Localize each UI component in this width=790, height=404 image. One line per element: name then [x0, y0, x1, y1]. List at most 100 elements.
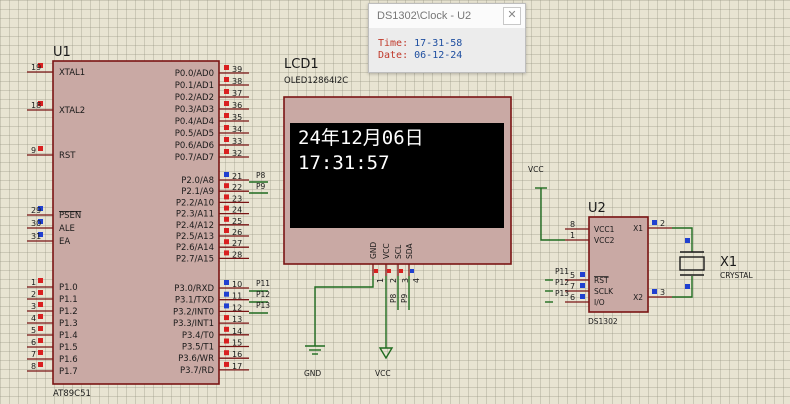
lcd-pin-name: SCL: [394, 244, 403, 259]
rtc-part: DS1302: [588, 317, 618, 326]
clock-popup-titlebar[interactable]: DS1302\Clock - U2 ✕: [369, 4, 525, 28]
mcu-pin-name: P0.3/AD3: [175, 105, 214, 115]
pin-state-marker: [580, 294, 585, 299]
rtc-pin-number: 8: [570, 220, 575, 229]
mcu-pin-name: ALE: [59, 224, 75, 234]
net-label-p11-rtc: P11: [555, 267, 569, 276]
net-label-p12-mcu: P12: [256, 290, 270, 299]
mcu-pin-name: P1.7: [59, 367, 78, 377]
mcu-pin-number: 16: [232, 350, 242, 359]
pin-state-marker: [224, 194, 229, 200]
lcd-pin-label-group: VCC: [382, 243, 391, 259]
mcu-pin-number: 13: [232, 315, 242, 324]
mcu-pin-name: P2.1/A9: [181, 187, 214, 197]
clock-popup-window[interactable]: DS1302\Clock - U2 ✕ Time: 17-31-58 Date:…: [368, 3, 526, 73]
pin-state-marker: [224, 350, 229, 356]
lcd-pin-number: 4: [412, 278, 421, 283]
mcu-pin-name: P0.5/AD5: [175, 129, 214, 139]
mcu-pin-number: 18: [31, 101, 41, 110]
pin-state-marker: [580, 283, 585, 288]
mcu-pin-name: P1.1: [59, 295, 78, 305]
pin-state-marker: [224, 216, 229, 222]
net-label-p13-rtc: P13: [555, 289, 569, 298]
mcu-pin-name: P2.0/A8: [181, 176, 214, 186]
clock-date-label: Date:: [378, 50, 409, 61]
gnd-label: GND: [304, 369, 321, 378]
mcu-pin-number: 34: [232, 125, 242, 134]
mcu-pin-name: P2.4/A12: [176, 221, 214, 231]
pin-state-marker: [224, 239, 229, 245]
pin-state-marker: [38, 290, 43, 295]
net-label-p8-lcd: P8: [389, 293, 398, 303]
mcu-pin-number: 39: [232, 65, 242, 74]
lcd-pin-number-group: 2: [389, 278, 398, 283]
crystal-body: [679, 256, 705, 271]
mcu-pin-name: P3.1/TXD: [175, 296, 215, 306]
pin-state-marker: [224, 125, 229, 130]
pin-state-marker: [224, 137, 229, 142]
rtc-pin-name: SCLK: [594, 287, 614, 296]
mcu-pin-name: P1.2: [59, 307, 78, 317]
mcu-pin-name: P1.0: [59, 283, 78, 293]
net-label-p8-mcu: P8: [256, 171, 266, 180]
mcu-pin-number: 25: [232, 217, 242, 226]
mcu-pin-number: 15: [232, 339, 242, 348]
clock-popup-title: DS1302\Clock - U2: [377, 10, 472, 22]
pin-state-marker: [224, 205, 229, 211]
pin-state-marker: [224, 315, 229, 321]
pin-state-marker: [224, 303, 229, 309]
mcu-pin-name: P1.3: [59, 319, 78, 329]
pin-state-marker: [652, 220, 657, 225]
vcc-label-rtc: VCC: [528, 165, 544, 174]
mcu-pin-number: 2: [31, 290, 36, 299]
clock-date-row: Date: 06-12-24: [378, 50, 525, 62]
pin-state-marker: [374, 269, 378, 273]
clock-time-value: 17-31-58: [414, 38, 463, 49]
mcu-pin-name: P3.7/RD: [180, 366, 214, 376]
mcu-pin-number: 24: [232, 206, 242, 215]
pin-state-marker: [224, 228, 229, 233]
rtc-pin-number: 1: [570, 231, 575, 240]
pin-state-marker: [580, 272, 585, 277]
net-label-p9-lcd: P9: [400, 293, 409, 303]
mcu-pin-name: P2.7/A15: [176, 254, 214, 264]
rtc-pin-name: X1: [633, 224, 643, 233]
mcu-u1[interactable]: U1 AT89C51 19XTAL118XTAL29RST29PSEN30ALE…: [27, 45, 249, 399]
lcd-display-text: 24年12月06日 17:31:57: [298, 126, 424, 176]
mcu-pin-name: P0.4/AD4: [175, 117, 214, 127]
pin-state-marker: [387, 269, 391, 273]
mcu-pin-number: 26: [232, 228, 242, 237]
clock-time-row: Time: 17-31-58: [378, 38, 525, 50]
pin-state-marker: [38, 326, 43, 331]
lcd-line-date: 24年12月06日: [298, 127, 424, 149]
mcu-pin-number: 38: [232, 77, 242, 86]
rtc-u2[interactable]: U2 DS1302 8 VCC1 1 VCC2 5 RST 7 SCLK 6 I/O 2 X1 3 X2: [565, 201, 672, 326]
mcu-pin-name: PSEN: [59, 211, 81, 221]
mcu-pin-number: 21: [232, 172, 242, 181]
crystal-x1[interactable]: X1 CRYSTAL: [672, 227, 753, 298]
lcd-pin-number: 1: [376, 278, 385, 283]
vcc-label-lcd: VCC: [375, 369, 391, 378]
mcu-pin-number: 33: [232, 137, 242, 146]
mcu-pin-number: 22: [232, 183, 242, 192]
mcu-pin-name: P3.2/INT0: [173, 307, 214, 317]
close-icon[interactable]: ✕: [503, 7, 521, 25]
mcu-pin-number: 14: [232, 327, 242, 336]
mcu-pin-name: XTAL1: [59, 68, 85, 78]
mcu-pin-name: P0.2/AD2: [175, 93, 214, 103]
lcd-power-wires: [305, 276, 387, 355]
mcu-pin-number: 19: [31, 63, 41, 72]
clock-popup-body: Time: 17-31-58 Date: 06-12-24: [369, 28, 525, 72]
mcu-pin-name: P1.4: [59, 331, 78, 341]
pin-state-marker: [224, 101, 229, 106]
mcu-pin-number: 6: [31, 338, 36, 347]
mcu-pin-name: EA: [59, 237, 70, 247]
mcu-pin-name: P0.1/AD1: [175, 81, 214, 91]
lcd-pin-label-group: SCL: [394, 244, 403, 259]
mcu-pin-number: 29: [31, 206, 41, 215]
rtc-ref: U2: [588, 201, 606, 216]
rtc-pin-name: VCC1: [594, 225, 615, 234]
mcu-ref: U1: [53, 45, 71, 60]
pin-state-marker: [224, 326, 229, 332]
mcu-pin-number: 28: [232, 250, 242, 259]
